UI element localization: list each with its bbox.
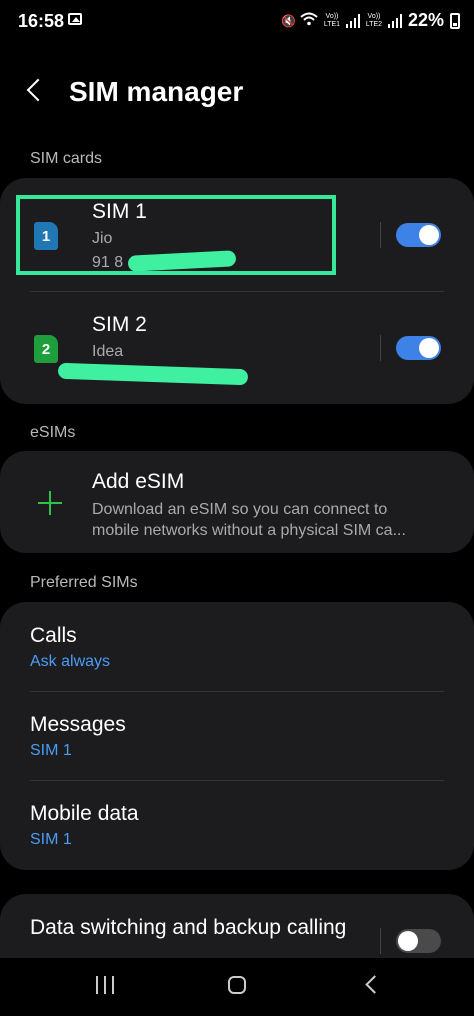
- sim-2-toggle[interactable]: [396, 336, 441, 360]
- status-bar: 16:58 🔇 Vo)) LTE1 Vo)) LTE2 22%: [0, 0, 474, 42]
- data-switching-toggle[interactable]: [396, 929, 441, 953]
- status-time: 16:58: [18, 11, 65, 31]
- wifi-icon: [300, 12, 318, 29]
- app-header: SIM manager: [0, 70, 474, 120]
- add-esim-title[interactable]: Add eSIM: [92, 470, 184, 494]
- signal-2-icon: [387, 13, 402, 28]
- esim-desc-line-1: Download an eSIM so you can connect to: [92, 501, 388, 518]
- preferred-mobile-data-row[interactable]: Mobile data SIM 1: [0, 780, 474, 870]
- preferred-messages-row[interactable]: Messages SIM 1: [0, 691, 474, 780]
- plus-icon: [38, 491, 62, 515]
- separator: [380, 928, 381, 954]
- page-title: SIM manager: [69, 76, 244, 107]
- section-label-sim-cards: SIM cards: [30, 150, 103, 167]
- back-arrow-icon[interactable]: [26, 78, 50, 102]
- signal-1-icon: [345, 13, 360, 28]
- nav-back-icon[interactable]: [365, 975, 384, 994]
- calls-value: Ask always: [30, 653, 111, 670]
- messages-value: SIM 1: [30, 742, 72, 759]
- battery-percent: 22%: [407, 10, 444, 30]
- recent-apps-icon[interactable]: [96, 976, 116, 994]
- mobile-data-value: SIM 1: [30, 831, 72, 848]
- messages-title: Messages: [30, 713, 126, 736]
- lte2-indicator: Vo)) LTE2: [365, 12, 383, 28]
- preferred-sims-card: Calls Ask always Messages SIM 1 Mobile d…: [0, 602, 474, 870]
- lte1-indicator: Vo)) LTE1: [323, 12, 341, 28]
- section-label-preferred-sims: Preferred SIMs: [30, 574, 138, 591]
- calls-title: Calls: [30, 624, 77, 647]
- sim-row-2[interactable]: 2 SIM 2 Idea +91 99: [0, 291, 474, 404]
- status-icons: 🔇 Vo)) LTE1 Vo)) LTE2 22%: [281, 10, 460, 31]
- esim-desc-line-2: mobile networks without a physical SIM c…: [92, 522, 406, 539]
- mute-icon: 🔇: [281, 13, 296, 28]
- home-icon[interactable]: [228, 976, 246, 994]
- sim-1-toggle[interactable]: [396, 223, 441, 247]
- system-nav-bar: [0, 958, 474, 1016]
- sim-2-badge-icon: 2: [34, 335, 58, 363]
- mobile-data-title: Mobile data: [30, 802, 139, 825]
- add-esim-description: Download an eSIM so you can connect to m…: [92, 499, 442, 541]
- sim-2-name: SIM 2: [92, 313, 147, 336]
- data-switching-title: Data switching and backup calling: [30, 916, 347, 939]
- preferred-calls-row[interactable]: Calls Ask always: [0, 602, 474, 691]
- section-label-esims: eSIMs: [30, 424, 76, 441]
- gallery-notification-icon: [68, 13, 82, 25]
- separator: [380, 335, 381, 361]
- battery-icon: [450, 12, 460, 29]
- sim-2-carrier: Idea: [92, 343, 124, 360]
- separator: [380, 222, 381, 248]
